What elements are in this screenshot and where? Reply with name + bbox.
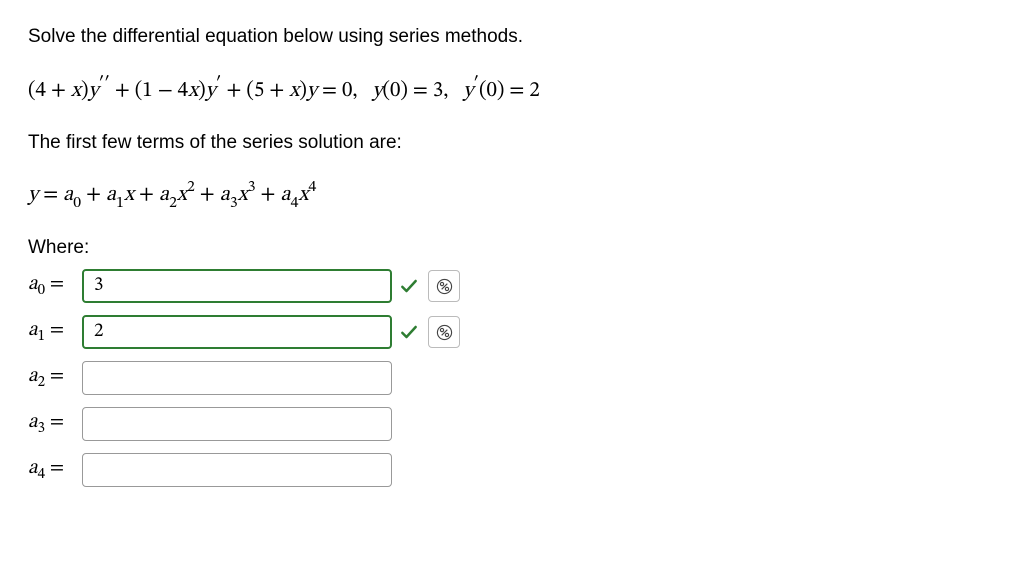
problem-prompt: Solve the differential equation below us… [28,24,983,51]
coeff-label-a2: a2 = [28,364,76,392]
coeff-input-a1[interactable] [82,315,392,349]
show-answer-button[interactable] [428,270,460,302]
where-label: Where: [28,237,983,259]
show-answer-button[interactable] [428,316,460,348]
coeff-input-a0[interactable] [82,269,392,303]
check-icon [398,275,420,297]
coeff-row-a2: a2 = [28,361,983,395]
check-icon [398,321,420,343]
coeff-label-a1: a1 = [28,318,76,346]
coeff-input-a3[interactable] [82,407,392,441]
series-intro: The first few terms of the series soluti… [28,130,983,157]
coeff-label-a0: a0 = [28,272,76,300]
coeff-label-a4: a4 = [28,456,76,484]
coeff-label-a3: a3 = [28,410,76,438]
coeff-row-a3: a3 = [28,407,983,441]
coeff-row-a4: a4 = [28,453,983,487]
series-expansion: y = a0 + a1x + a2x2 + a3x3 + a4x4 [28,178,983,211]
coeff-row-a1: a1 = [28,315,983,349]
coeff-input-a4[interactable] [82,453,392,487]
coeff-row-a0: a0 = [28,269,983,303]
differential-equation: (4 + x)y′′ + (1 − 4x)y′ + (5 + x)y = 0, … [28,73,983,104]
coeff-input-a2[interactable] [82,361,392,395]
